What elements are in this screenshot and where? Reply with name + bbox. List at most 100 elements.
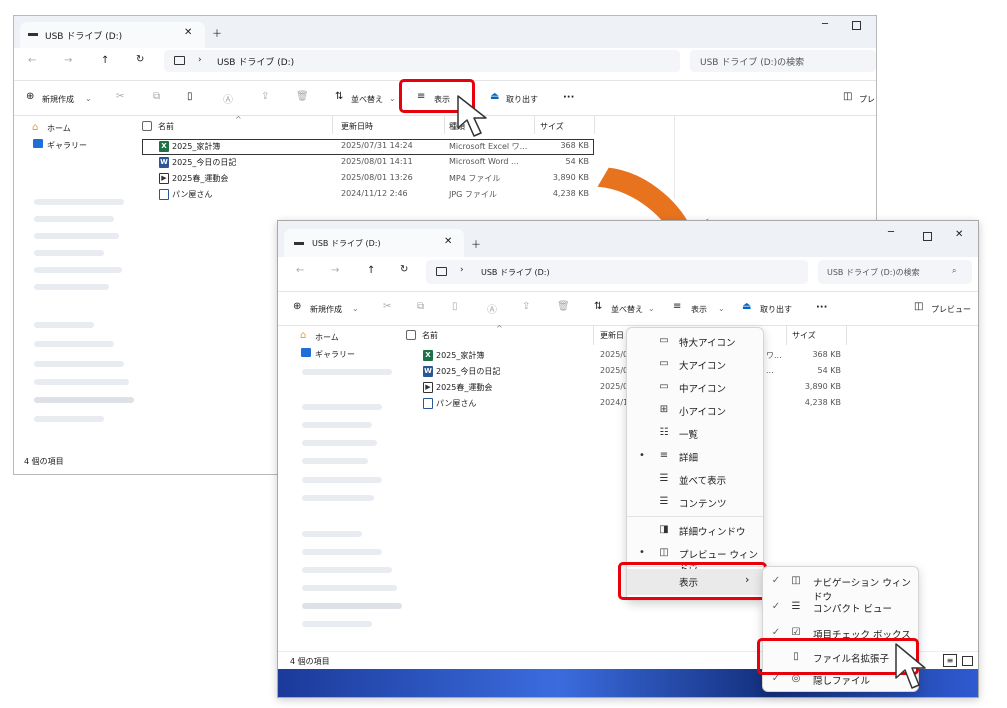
copy-icon[interactable]: ⧉ bbox=[417, 301, 424, 312]
address-bar[interactable]: › USB ドライブ (D:) bbox=[164, 50, 680, 72]
maximize-icon[interactable] bbox=[923, 232, 932, 241]
preview-pane-icon[interactable]: ◫ bbox=[843, 91, 852, 102]
sort-button[interactable]: 並べ替え bbox=[351, 94, 383, 105]
sort-icon[interactable]: ⇅ bbox=[335, 91, 343, 102]
view-icon[interactable]: ≡ bbox=[673, 301, 681, 312]
menu-item-details[interactable]: • ≡ 詳細 bbox=[627, 445, 763, 468]
menu-item-details-pane[interactable]: ◨ 詳細ウィンドウ bbox=[627, 519, 763, 542]
column-name[interactable]: 名前 bbox=[158, 121, 174, 132]
sidebar-item-gallery[interactable]: ギャラリー bbox=[47, 140, 87, 151]
menu-item-content[interactable]: ☰ コンテンツ bbox=[627, 491, 763, 514]
close-window-icon[interactable]: ✕ bbox=[955, 229, 963, 240]
select-all-checkbox[interactable] bbox=[406, 330, 416, 340]
column-sep bbox=[534, 116, 535, 134]
column-size[interactable]: サイズ bbox=[540, 121, 564, 132]
submenu-item-navigation-pane[interactable]: ✓ ◫ ナビゲーション ウィンドウ bbox=[763, 570, 918, 603]
close-tab-icon[interactable]: ✕ bbox=[444, 236, 452, 247]
preview-button[interactable]: プレ bbox=[859, 94, 875, 105]
up-arrow-icon[interactable]: ↑ bbox=[101, 55, 109, 66]
file-name: 2025_家計簿 bbox=[172, 142, 221, 151]
delete-icon[interactable]: 🗑 bbox=[557, 301, 570, 312]
more-options-button[interactable]: ··· bbox=[816, 302, 827, 313]
close-tab-icon[interactable]: ✕ bbox=[184, 27, 192, 38]
search-box[interactable]: USB ドライブ (D:)の検索 bbox=[690, 50, 876, 72]
search-icon[interactable]: ⌕ bbox=[952, 266, 956, 276]
refresh-icon[interactable]: ↻ bbox=[136, 54, 144, 65]
back-arrow-icon[interactable]: ← bbox=[296, 265, 304, 276]
sort-button[interactable]: 並べ替え bbox=[611, 304, 643, 315]
video-icon: ▶ bbox=[159, 173, 169, 184]
back-arrow-icon[interactable]: ← bbox=[28, 55, 36, 66]
search-placeholder: USB ドライブ (D:)の検索 bbox=[827, 268, 920, 277]
front-tab[interactable]: USB ドライブ (D:) ✕ bbox=[284, 229, 464, 257]
cut-icon[interactable]: ✂ bbox=[383, 301, 391, 312]
share-icon[interactable]: ⇪ bbox=[522, 301, 530, 312]
file-name: 2025_今日の日記 bbox=[436, 367, 501, 376]
column-sep bbox=[593, 325, 594, 345]
paste-icon[interactable]: ▯ bbox=[187, 91, 193, 102]
refresh-icon[interactable]: ↻ bbox=[400, 264, 408, 275]
minimize-icon[interactable]: ─ bbox=[822, 19, 828, 30]
address-bar[interactable]: › USB ドライブ (D:) bbox=[426, 260, 808, 284]
column-date[interactable]: 更新日時 bbox=[341, 121, 373, 132]
maximize-icon[interactable] bbox=[852, 21, 861, 30]
copy-icon[interactable]: ⧉ bbox=[153, 91, 160, 102]
sidebar-item-gallery[interactable]: ギャラリー bbox=[315, 349, 355, 360]
address-text: USB ドライブ (D:) bbox=[481, 268, 550, 277]
file-size: 368 KB bbox=[560, 141, 589, 150]
menu-item-tiles[interactable]: ☰ 並べて表示 bbox=[627, 468, 763, 491]
extra-large-icons-icon: ▭ bbox=[659, 335, 669, 346]
rename-icon[interactable]: Ⓐ bbox=[223, 91, 233, 106]
column-name[interactable]: 名前 bbox=[422, 330, 438, 341]
sidebar-item-home[interactable]: ホーム bbox=[315, 332, 339, 343]
view-button[interactable]: 表示 bbox=[691, 304, 707, 315]
eject-button[interactable]: 取り出す bbox=[760, 304, 792, 315]
bullet-check-icon: • bbox=[639, 547, 645, 558]
eject-button[interactable]: 取り出す bbox=[506, 94, 538, 105]
menu-item-small-icons[interactable]: ⊞ 小アイコン bbox=[627, 399, 763, 422]
up-arrow-icon[interactable]: ↑ bbox=[367, 265, 375, 276]
details-icon: ≡ bbox=[659, 450, 669, 461]
list-icon: ☷ bbox=[659, 427, 669, 438]
file-date: 2025/08/01 13:26 bbox=[341, 173, 413, 182]
submenu-item-compact-view[interactable]: ✓ ☰ コンパクト ビュー bbox=[763, 596, 918, 619]
details-view-toggle-icon[interactable]: ≡ bbox=[943, 654, 957, 667]
sidebar-item-home[interactable]: ホーム bbox=[47, 123, 71, 134]
preview-pane-icon[interactable]: ◫ bbox=[914, 301, 923, 312]
plus-circle-icon[interactable]: ⊕ bbox=[26, 91, 34, 102]
minimize-icon[interactable]: ─ bbox=[888, 227, 894, 238]
column-size[interactable]: サイズ bbox=[792, 330, 816, 341]
menu-item-extra-large-icons[interactable]: ▭ 特大アイコン bbox=[627, 330, 763, 353]
paste-icon[interactable]: ▯ bbox=[452, 301, 458, 312]
small-icons-icon: ⊞ bbox=[659, 404, 669, 415]
eject-icon[interactable]: ⏏ bbox=[742, 301, 751, 312]
share-icon[interactable]: ⇪ bbox=[261, 91, 269, 102]
file-date: 2025/08/01 14:11 bbox=[341, 157, 413, 166]
back-tab[interactable]: USB ドライブ (D:) ✕ bbox=[20, 22, 205, 48]
select-all-checkbox[interactable] bbox=[142, 121, 152, 131]
file-size: 3,890 KB bbox=[552, 173, 589, 182]
menu-item-medium-icons[interactable]: ▭ 中アイコン bbox=[627, 376, 763, 399]
cut-icon[interactable]: ✂ bbox=[116, 91, 124, 102]
preview-button[interactable]: プレビュー bbox=[931, 304, 971, 315]
search-box[interactable]: USB ドライブ (D:)の検索 ⌕ bbox=[818, 260, 972, 284]
rename-icon[interactable]: Ⓐ bbox=[487, 301, 497, 316]
mouse-cursor-icon bbox=[895, 643, 926, 689]
sort-icon[interactable]: ⇅ bbox=[594, 301, 602, 312]
new-button[interactable]: 新規作成 bbox=[310, 304, 342, 315]
forward-arrow-icon[interactable]: → bbox=[331, 265, 339, 276]
menu-item-list[interactable]: ☷ 一覧 bbox=[627, 422, 763, 445]
more-options-button[interactable]: ··· bbox=[563, 92, 574, 103]
plus-circle-icon[interactable]: ⊕ bbox=[293, 301, 301, 312]
new-button[interactable]: 新規作成 bbox=[42, 94, 74, 105]
status-item-count: 4 個の項目 bbox=[24, 457, 64, 466]
column-sep bbox=[332, 116, 333, 134]
new-tab-icon[interactable]: ＋ bbox=[212, 25, 222, 40]
menu-item-large-icons[interactable]: ▭ 大アイコン bbox=[627, 353, 763, 376]
new-tab-icon[interactable]: ＋ bbox=[471, 236, 481, 251]
column-sep bbox=[846, 325, 847, 345]
delete-icon[interactable]: 🗑 bbox=[296, 91, 309, 102]
tiles-view-toggle-icon[interactable] bbox=[962, 656, 973, 666]
forward-arrow-icon[interactable]: → bbox=[64, 55, 72, 66]
column-date[interactable]: 更新日 bbox=[600, 330, 624, 341]
